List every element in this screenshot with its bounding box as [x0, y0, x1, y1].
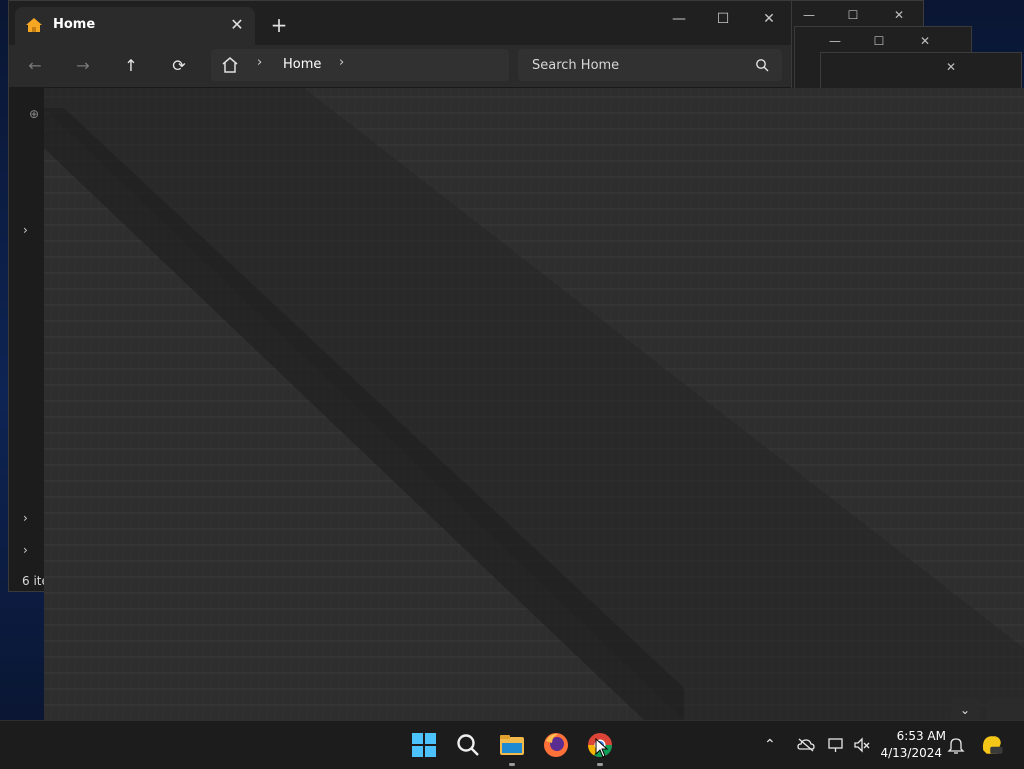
chevron-right-icon[interactable]: ›: [257, 55, 262, 70]
chevron-up-icon[interactable]: ⌃: [764, 735, 784, 755]
tab-home[interactable]: Home ✕: [15, 7, 255, 45]
new-tab-button[interactable]: +: [267, 13, 291, 37]
network-icon[interactable]: [826, 735, 846, 755]
chevron-down-icon[interactable]: ⌄: [951, 698, 979, 720]
mouse-cursor-icon: [595, 738, 609, 758]
tab-title: Home: [53, 17, 96, 32]
breadcrumb-home[interactable]: Home: [283, 57, 321, 72]
minimize-button[interactable]: —: [659, 7, 699, 31]
desktop: — ☐ ✕ — ☐ ✕ ✕ Home ✕ + — ☐ ✕ ← → ↑ ⟳ › H…: [0, 0, 1024, 720]
widget-pill[interactable]: [986, 698, 1024, 720]
forward-arrow-icon[interactable]: →: [69, 54, 97, 78]
search-input[interactable]: [518, 49, 782, 81]
chevron-right-icon[interactable]: ›: [339, 55, 344, 70]
new-item-icon[interactable]: ⊕: [29, 107, 39, 121]
taskbar: ⌃ 6:53 AM 4/13/2024: [0, 720, 1024, 769]
close-tab-icon[interactable]: ✕: [227, 15, 247, 35]
window-redraw-artifact: [44, 88, 1024, 720]
refresh-icon[interactable]: ⟳: [165, 54, 193, 78]
home-folder-icon: [26, 18, 42, 32]
running-indicator: [509, 763, 515, 766]
chevron-right-icon[interactable]: ›: [23, 223, 28, 237]
navigation-bar: ← → ↑ ⟳ › Home ›: [9, 45, 791, 87]
search-icon[interactable]: [755, 58, 769, 72]
minimize-icon[interactable]: —: [801, 7, 817, 23]
close-icon[interactable]: ✕: [943, 59, 959, 75]
back-arrow-icon[interactable]: ←: [21, 54, 49, 78]
navigation-pane: ⊕ › › ›: [9, 87, 49, 591]
search-icon[interactable]: [452, 729, 484, 761]
close-icon[interactable]: ✕: [891, 7, 907, 23]
volume-muted-icon[interactable]: [852, 735, 872, 755]
close-button[interactable]: ✕: [749, 7, 789, 31]
notification-bell-icon[interactable]: [946, 735, 966, 755]
onedrive-offline-icon[interactable]: [796, 735, 816, 755]
chevron-right-icon[interactable]: ›: [23, 543, 28, 557]
file-explorer-icon[interactable]: [496, 729, 528, 761]
up-arrow-icon[interactable]: ↑: [117, 54, 145, 78]
chevron-right-icon[interactable]: ›: [23, 511, 28, 525]
artifact-diagonal-band: [44, 88, 1024, 720]
address-bar[interactable]: › Home ›: [211, 49, 509, 81]
maximize-icon[interactable]: ☐: [871, 33, 887, 49]
running-indicator: [597, 763, 603, 766]
title-bar[interactable]: Home ✕ + — ☐ ✕: [9, 1, 791, 45]
windows-start-icon[interactable]: [408, 729, 440, 761]
maximize-icon[interactable]: ☐: [845, 7, 861, 23]
maximize-button[interactable]: ☐: [703, 7, 743, 31]
home-icon[interactable]: [221, 56, 239, 74]
minimize-icon[interactable]: —: [827, 33, 843, 49]
clock-date[interactable]: 4/13/2024: [878, 746, 942, 760]
clock-time[interactable]: 6:53 AM: [884, 729, 946, 743]
firefox-icon[interactable]: [540, 729, 572, 761]
copilot-icon[interactable]: [978, 731, 1006, 759]
close-icon[interactable]: ✕: [917, 33, 933, 49]
